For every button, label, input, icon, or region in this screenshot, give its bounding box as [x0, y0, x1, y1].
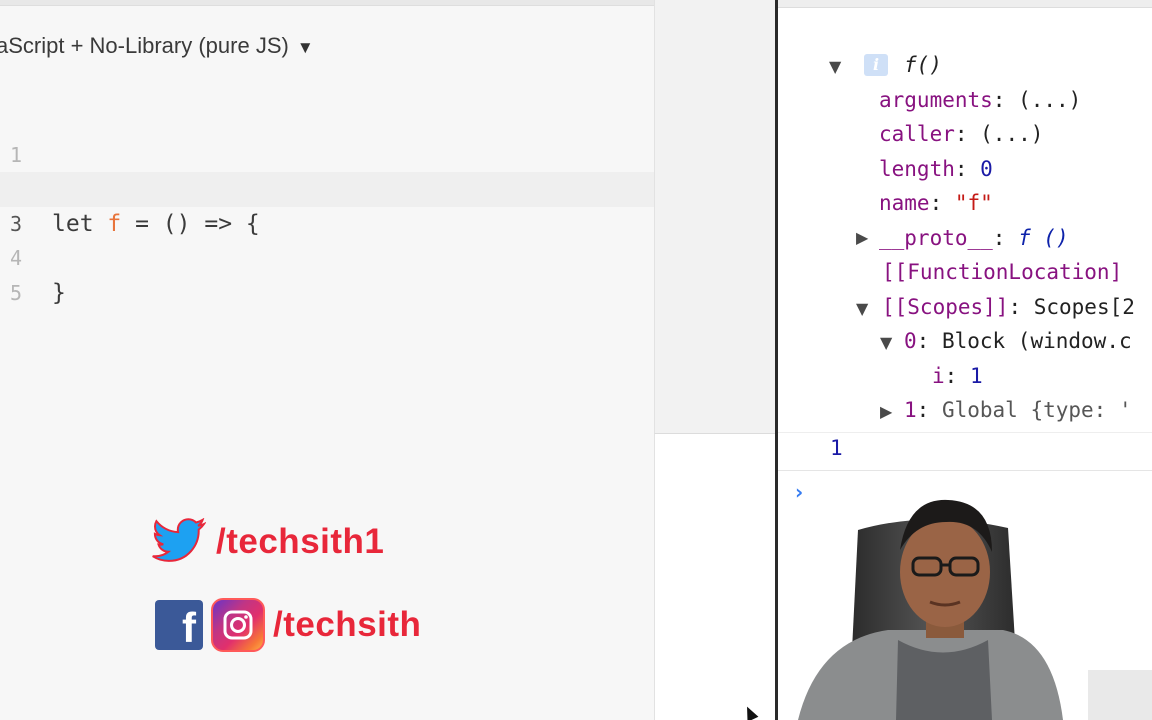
- prop-key: [[FunctionLocation]: [882, 260, 1123, 284]
- prop-key: caller: [879, 122, 955, 146]
- prop-value: f (): [1018, 226, 1069, 250]
- devtools-top-border: [778, 0, 1152, 8]
- presenter-webcam: [798, 499, 1152, 720]
- twitter-handle[interactable]: /techsith1: [216, 522, 384, 562]
- expand-triangle-down-icon[interactable]: ▼: [829, 57, 841, 76]
- editor-output-area: [654, 433, 775, 720]
- facebook-letter: f: [182, 604, 196, 651]
- prop-key: [[Scopes]]: [882, 295, 1009, 319]
- caret-down-icon: ▼: [296, 38, 314, 57]
- prop-value: Scopes[2: [1033, 295, 1135, 319]
- language-selector-label: aScript + No-Library (pure JS): [0, 33, 289, 58]
- prop-caller[interactable]: caller: (...): [879, 119, 1043, 149]
- expand-triangle-down-icon[interactable]: ▼: [856, 299, 868, 318]
- scope-value: Global {type: ': [941, 398, 1132, 422]
- console-separator: [778, 432, 1152, 433]
- console-separator: [778, 470, 1152, 471]
- scope-var-i: i: 1: [932, 364, 983, 388]
- prop-length: length: 0: [879, 157, 993, 181]
- facebook-icon: f: [155, 600, 203, 651]
- instagram-icon: [211, 598, 265, 652]
- scope-block[interactable]: 0: Block (window.c: [904, 326, 1132, 356]
- expand-triangle-right-icon[interactable]: ▶: [856, 228, 868, 247]
- prop-scopes[interactable]: [[Scopes]]: Scopes[2: [882, 292, 1135, 322]
- code-line-5[interactable]: 5: [0, 241, 654, 305]
- devtools-console: ▼ i f() arguments: (...) caller: (...) l…: [778, 0, 1152, 720]
- prop-key: length: [879, 157, 955, 181]
- instagram-handle[interactable]: /techsith: [273, 605, 421, 645]
- scope-global[interactable]: 1: Global {type: ': [904, 395, 1132, 425]
- scope-index: 1: [904, 398, 917, 422]
- function-title[interactable]: f(): [904, 50, 942, 80]
- language-selector[interactable]: aScript + No-Library (pure JS) ▼: [0, 33, 314, 63]
- code-line-1[interactable]: 1: [0, 103, 654, 167]
- facebook-instagram-row: f /techsith: [155, 598, 421, 652]
- twitter-row: /techsith1: [152, 518, 384, 566]
- line-number: 5: [10, 280, 23, 305]
- prop-key: i: [932, 364, 945, 388]
- expand-triangle-right-icon[interactable]: ▶: [880, 402, 892, 421]
- editor-side-strip: [654, 0, 775, 433]
- prop-arguments[interactable]: arguments: (...): [879, 85, 1081, 115]
- editor-top-border: [0, 0, 654, 6]
- prop-key: __proto__: [879, 226, 993, 250]
- twitter-icon: [152, 518, 206, 562]
- prop-function-location[interactable]: [[FunctionLocation]: [882, 257, 1122, 287]
- prop-proto[interactable]: __proto__: f (): [879, 223, 1069, 253]
- info-badge-icon[interactable]: i: [864, 54, 888, 76]
- function-title-text: f(): [904, 53, 942, 77]
- prop-value: 1: [969, 364, 983, 388]
- console-result: 1: [830, 436, 843, 460]
- code-line-4[interactable]: 4 }: [0, 207, 654, 306]
- code-line-2[interactable]: 2 let f = () => {: [0, 138, 654, 237]
- prop-name: name: "f": [879, 191, 993, 215]
- code-line-3-active[interactable]: 3: [0, 172, 654, 236]
- expand-triangle-down-icon[interactable]: ▼: [880, 333, 892, 352]
- prop-key: name: [879, 191, 930, 215]
- prop-value[interactable]: (...): [980, 122, 1043, 146]
- prop-value[interactable]: (...): [1018, 88, 1081, 112]
- prop-value: "f": [954, 191, 993, 215]
- scope-value: Block (window.c: [941, 329, 1132, 353]
- code-area[interactable]: 1 2 let f = () => { 3 4 } 5: [0, 103, 654, 306]
- scope-index: 0: [904, 329, 917, 353]
- prop-value: 0: [980, 157, 993, 181]
- prop-key: arguments: [879, 88, 993, 112]
- code-editor-panel: aScript + No-Library (pure JS) ▼ 1 2 let …: [0, 0, 654, 720]
